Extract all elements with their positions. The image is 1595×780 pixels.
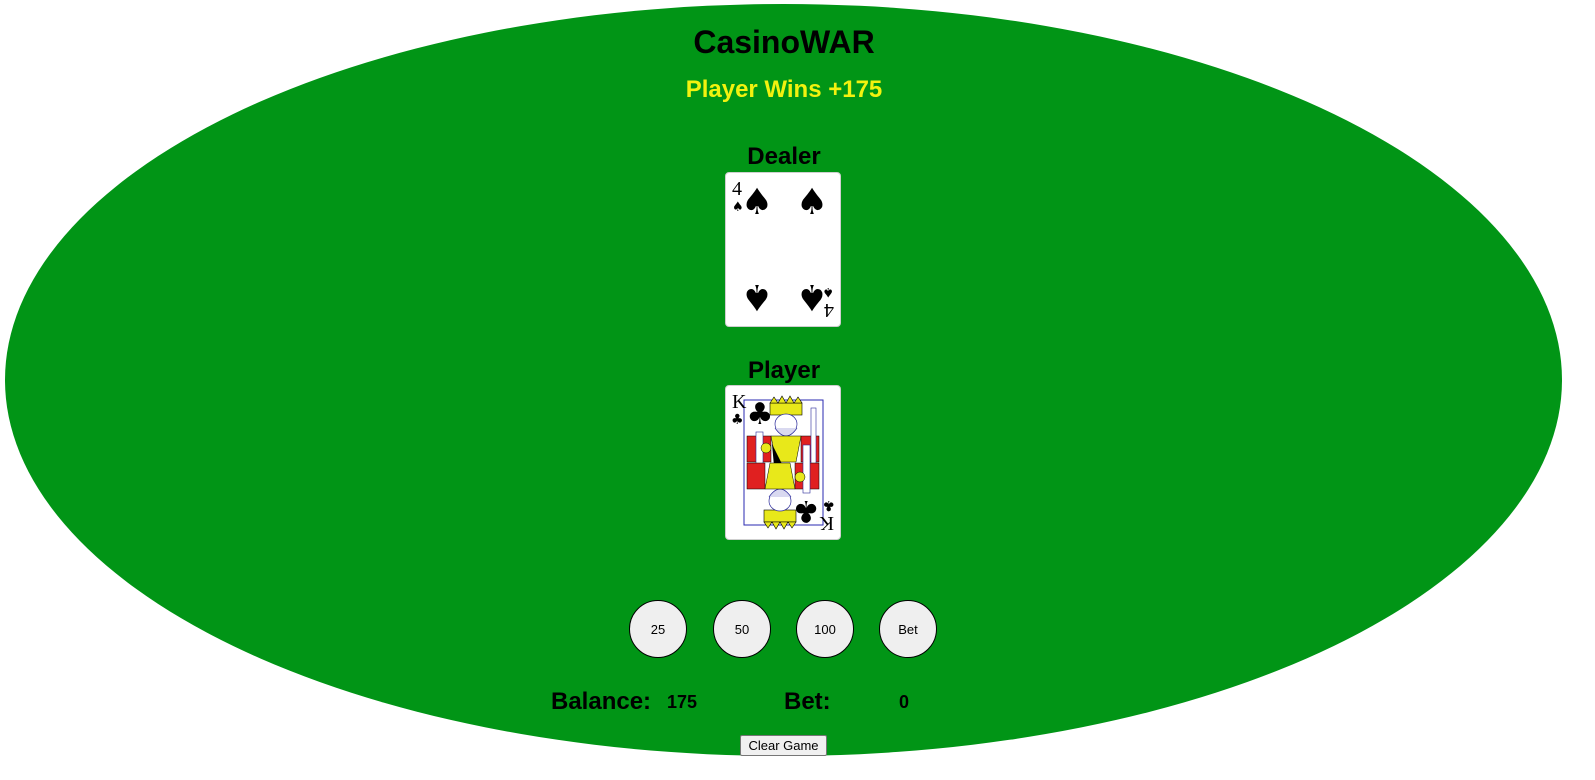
club-pip-icon: ♣ xyxy=(793,493,820,528)
spade-pip-icon: ♠ xyxy=(796,276,828,317)
spade-pip-icon: ♠ xyxy=(741,182,773,223)
bet-value: 0 xyxy=(899,692,910,712)
dealer-card: 4 ♠ ♠ ♠ 4 ♠ ♠ ♠ xyxy=(725,172,841,327)
player-card: K ♣ ♣ K ♣ ♣ xyxy=(725,385,841,540)
player-label: Player xyxy=(747,357,821,384)
balance-value: 175 xyxy=(667,692,698,712)
player-card-rank-inverted: K xyxy=(819,512,834,534)
chip-25-button[interactable]: 25 xyxy=(629,600,687,658)
dealer-label: Dealer xyxy=(747,143,821,170)
player-card-suit-small: ♣ xyxy=(731,412,744,428)
balance-label: Balance: xyxy=(551,688,652,715)
spade-pip-icon: ♠ xyxy=(741,276,773,317)
game-title: CasinoWAR xyxy=(693,24,875,60)
club-pip-icon: ♣ xyxy=(747,397,774,432)
spade-pip-icon: ♠ xyxy=(796,182,828,223)
bet-button[interactable]: Bet xyxy=(879,600,937,658)
player-card-suit-small-inverted: ♣ xyxy=(822,497,835,513)
chip-100-button[interactable]: 100 xyxy=(796,600,854,658)
player-card-rank: K xyxy=(732,391,747,413)
bet-label: Bet: xyxy=(784,688,831,715)
result-message: Player Wins +175 xyxy=(685,76,883,103)
chip-50-button[interactable]: 50 xyxy=(713,600,771,658)
clear-game-button[interactable]: Clear Game xyxy=(740,735,827,756)
